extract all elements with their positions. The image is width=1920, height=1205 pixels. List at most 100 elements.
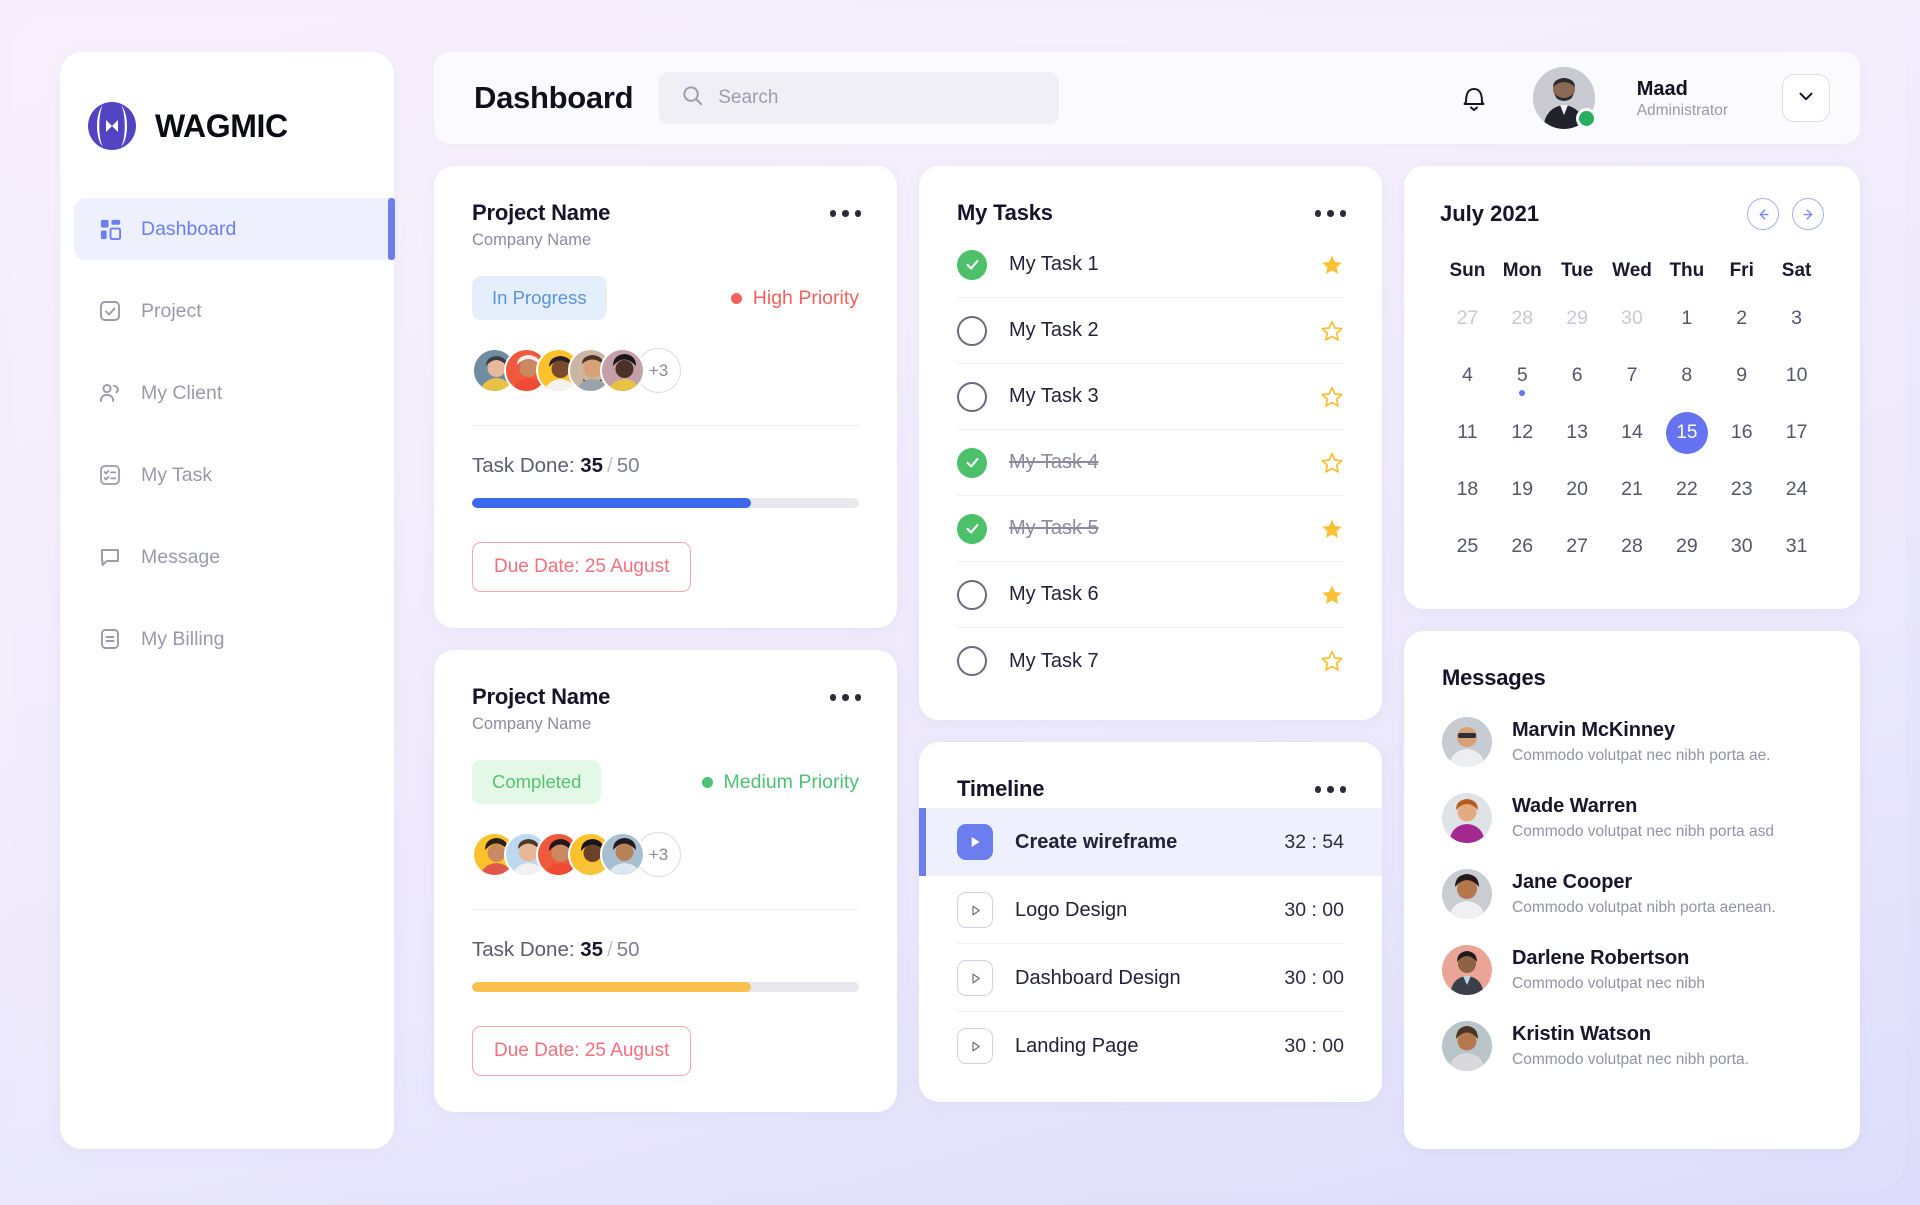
calendar-day[interactable]: 1 xyxy=(1659,290,1714,347)
calendar-day[interactable]: 16 xyxy=(1714,404,1769,461)
member-avatar[interactable] xyxy=(600,832,645,877)
calendar-day[interactable]: 18 xyxy=(1440,461,1495,518)
task-checkbox-checked-icon[interactable] xyxy=(957,513,987,544)
play-icon[interactable] xyxy=(957,824,993,860)
dashboard-grid: Project Name Company Name In Progress Hi… xyxy=(434,166,1860,1149)
calendar-day[interactable]: 12 xyxy=(1495,404,1550,461)
calendar-day[interactable]: 14 xyxy=(1605,404,1660,461)
task-row[interactable]: My Task 6 xyxy=(957,562,1344,628)
task-row[interactable]: My Task 1 xyxy=(957,232,1344,298)
calendar-day[interactable]: 21 xyxy=(1605,461,1660,518)
calendar-day[interactable]: 6 xyxy=(1550,347,1605,404)
task-row[interactable]: My Task 4 xyxy=(957,430,1344,496)
star-outline-icon[interactable] xyxy=(1320,385,1344,409)
calendar-day[interactable]: 20 xyxy=(1550,461,1605,518)
timeline-row[interactable]: Create wireframe 32 : 54 xyxy=(919,808,1382,876)
member-avatar[interactable] xyxy=(600,348,645,393)
timeline-menu-icon[interactable] xyxy=(1314,776,1346,793)
sidebar-item-dashboard[interactable]: Dashboard xyxy=(74,198,395,260)
calendar-day[interactable]: 28 xyxy=(1605,518,1660,575)
message-item[interactable]: Jane Cooper Commodo volutpat nibh porta … xyxy=(1442,869,1824,919)
task-row[interactable]: My Task 3 xyxy=(957,364,1344,430)
calendar-day[interactable]: 17 xyxy=(1769,404,1824,461)
play-icon[interactable] xyxy=(957,892,993,928)
timeline-row[interactable]: Dashboard Design 30 : 00 xyxy=(919,944,1382,1012)
calendar-day[interactable]: 8 xyxy=(1659,347,1714,404)
timeline-label: Create wireframe xyxy=(1015,830,1178,853)
star-outline-icon[interactable] xyxy=(1320,451,1344,475)
sidebar-item-my-task[interactable]: My Task xyxy=(60,444,394,506)
task-row[interactable]: My Task 5 xyxy=(957,496,1344,562)
calendar-day[interactable]: 31 xyxy=(1769,518,1824,575)
online-status-dot xyxy=(1575,108,1597,129)
message-sender: Darlene Robertson xyxy=(1512,947,1690,969)
calendar-next-icon[interactable] xyxy=(1792,198,1824,230)
notification-bell-icon[interactable] xyxy=(1459,81,1489,115)
message-item[interactable]: Wade Warren Commodo volutpat nec nibh po… xyxy=(1442,793,1824,843)
star-filled-icon[interactable] xyxy=(1320,583,1344,607)
calendar-day[interactable]: 9 xyxy=(1714,347,1769,404)
project-card: Project Name Company Name Completed Medi… xyxy=(434,650,897,1112)
messages-title: Messages xyxy=(1442,665,1546,690)
calendar-day[interactable]: 25 xyxy=(1440,518,1495,575)
calendar-day-selected[interactable]: 15 xyxy=(1659,404,1714,461)
timeline-row[interactable]: Logo Design 30 : 00 xyxy=(919,876,1382,944)
calendar-day[interactable]: 23 xyxy=(1714,461,1769,518)
timeline-row[interactable]: Landing Page 30 : 00 xyxy=(919,1012,1382,1080)
calendar-day[interactable]: 4 xyxy=(1440,347,1495,404)
priority-text: Medium Priority xyxy=(723,770,859,793)
star-outline-icon[interactable] xyxy=(1320,319,1344,343)
task-checkbox-checked-icon[interactable] xyxy=(957,447,987,478)
message-item[interactable]: Marvin McKinney Commodo volutpat nec nib… xyxy=(1442,717,1824,767)
star-outline-icon[interactable] xyxy=(1320,649,1344,673)
task-checkbox-icon[interactable] xyxy=(957,646,987,676)
play-icon[interactable] xyxy=(957,1028,993,1064)
task-checkbox-icon[interactable] xyxy=(957,579,987,610)
star-filled-icon[interactable] xyxy=(1320,253,1344,277)
calendar-day[interactable]: 22 xyxy=(1659,461,1714,518)
project-menu-icon[interactable] xyxy=(829,200,861,217)
play-icon[interactable] xyxy=(957,960,993,996)
calendar-day[interactable]: 10 xyxy=(1769,347,1824,404)
sidebar-item-my-billing[interactable]: My Billing xyxy=(60,608,394,670)
task-row[interactable]: My Task 7 xyxy=(957,628,1344,694)
calendar-prev-icon[interactable] xyxy=(1747,198,1779,230)
calendar-day[interactable]: 2 xyxy=(1714,290,1769,347)
project-menu-icon[interactable] xyxy=(829,684,861,701)
calendar-day[interactable]: 29 xyxy=(1550,290,1605,347)
calendar-day[interactable]: 11 xyxy=(1440,404,1495,461)
calendar-day[interactable]: 28 xyxy=(1495,290,1550,347)
task-checkbox-icon[interactable] xyxy=(957,381,987,412)
calendar-day-with-event[interactable]: 5 xyxy=(1495,347,1550,404)
message-item[interactable]: Kristin Watson Commodo volutpat nec nibh… xyxy=(1442,1021,1824,1071)
sidebar-item-message[interactable]: Message xyxy=(60,526,394,588)
timeline-label: Logo Design xyxy=(1015,898,1128,921)
user-menu-button[interactable] xyxy=(1782,74,1830,122)
message-sender: Wade Warren xyxy=(1512,795,1638,817)
tasks-menu-icon[interactable] xyxy=(1314,200,1346,217)
calendar-day[interactable]: 26 xyxy=(1495,518,1550,575)
calendar-day[interactable]: 30 xyxy=(1605,290,1660,347)
star-filled-icon[interactable] xyxy=(1320,517,1344,541)
task-checkbox-icon[interactable] xyxy=(957,315,987,346)
search-input[interactable] xyxy=(718,87,1038,109)
calendar-day[interactable]: 19 xyxy=(1495,461,1550,518)
user-avatar[interactable] xyxy=(1532,67,1597,129)
calendar-day[interactable]: 24 xyxy=(1769,461,1824,518)
sidebar-item-project[interactable]: Project xyxy=(60,280,394,342)
calendar-day[interactable]: 7 xyxy=(1605,347,1660,404)
task-checkbox-checked-icon[interactable] xyxy=(957,249,987,280)
message-item[interactable]: Darlene Robertson Commodo volutpat nec n… xyxy=(1442,945,1824,995)
project-status-row: In Progress High Priority xyxy=(472,276,859,320)
calendar-day[interactable]: 30 xyxy=(1714,518,1769,575)
task-row[interactable]: My Task 2 xyxy=(957,298,1344,364)
wagmic-logo-icon xyxy=(86,100,138,152)
priority-dot-icon xyxy=(730,292,742,304)
calendar-day[interactable]: 27 xyxy=(1440,290,1495,347)
calendar-day[interactable]: 27 xyxy=(1550,518,1605,575)
calendar-day[interactable]: 3 xyxy=(1769,290,1824,347)
sidebar-item-my-client[interactable]: My Client xyxy=(60,362,394,424)
search-box[interactable] xyxy=(659,72,1060,124)
calendar-day[interactable]: 13 xyxy=(1550,404,1605,461)
calendar-day[interactable]: 29 xyxy=(1659,518,1714,575)
